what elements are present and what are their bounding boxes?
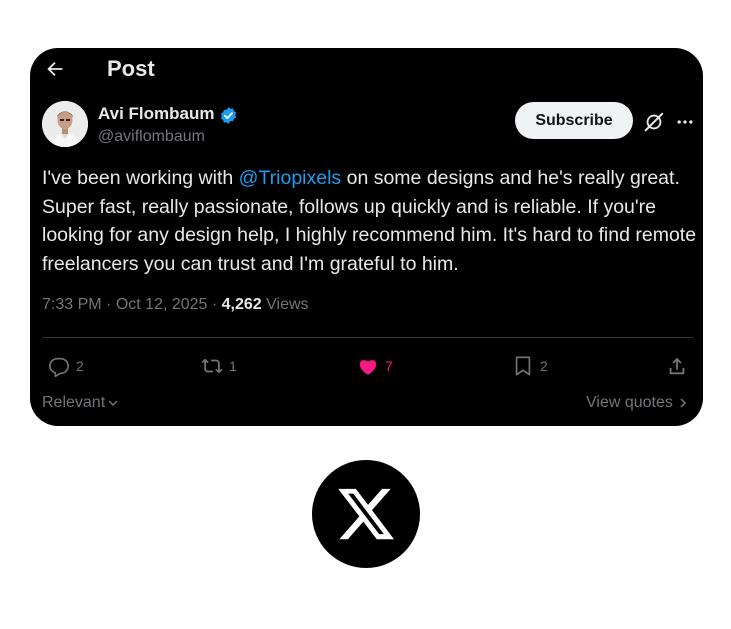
author-handle[interactable]: @aviflombaum xyxy=(98,128,205,146)
grok-icon[interactable] xyxy=(643,111,665,133)
sort-dropdown[interactable]: Relevant xyxy=(42,394,119,412)
divider xyxy=(42,337,694,338)
views-label: Views xyxy=(261,296,309,313)
view-quotes-label: View quotes xyxy=(586,394,673,411)
post-card: Post Avi Flombaum @aviflombaum Subscribe… xyxy=(30,48,703,426)
subscribe-button[interactable]: Subscribe xyxy=(515,102,633,139)
reply-icon xyxy=(49,357,69,377)
chevron-right-icon xyxy=(680,398,686,408)
repost-count: 1 xyxy=(229,358,237,374)
repost-icon xyxy=(201,358,223,374)
reply-button[interactable]: 2 xyxy=(48,355,84,377)
share-icon[interactable] xyxy=(666,355,688,377)
bookmark-button[interactable]: 2 xyxy=(512,355,548,377)
meta-separator: · xyxy=(101,296,116,313)
like-count: 7 xyxy=(385,358,393,374)
view-quotes-link[interactable]: View quotes xyxy=(586,394,689,412)
heart-icon xyxy=(359,360,377,375)
back-arrow-icon[interactable] xyxy=(44,58,66,80)
author-name[interactable]: Avi Flombaum xyxy=(98,104,215,124)
more-icon[interactable] xyxy=(675,112,695,132)
chevron-down-icon xyxy=(108,400,118,407)
mention-link[interactable]: @Triopixels xyxy=(239,167,342,189)
like-button[interactable]: 7 xyxy=(357,355,393,377)
meta-separator: · xyxy=(207,296,222,313)
repost-button[interactable]: 1 xyxy=(201,355,237,377)
post-meta: 7:33 PM · Oct 12, 2025 · 4,262 Views xyxy=(42,296,309,314)
views-count: 4,262 xyxy=(221,296,262,313)
page-title: Post xyxy=(107,56,155,81)
post-text: I've been working with @Triopixels on so… xyxy=(42,164,702,278)
x-logo xyxy=(312,460,420,568)
sort-label: Relevant xyxy=(42,394,106,411)
x-logo-icon xyxy=(338,488,394,540)
verified-badge-icon xyxy=(220,107,237,124)
avatar[interactable] xyxy=(42,101,88,147)
bookmark-count: 2 xyxy=(540,358,548,374)
reply-count: 2 xyxy=(76,358,84,374)
post-date[interactable]: Oct 12, 2025 xyxy=(116,296,208,313)
bookmark-icon xyxy=(515,356,531,376)
post-time[interactable]: 7:33 PM xyxy=(42,296,102,313)
post-text-before: I've been working with xyxy=(42,167,239,189)
